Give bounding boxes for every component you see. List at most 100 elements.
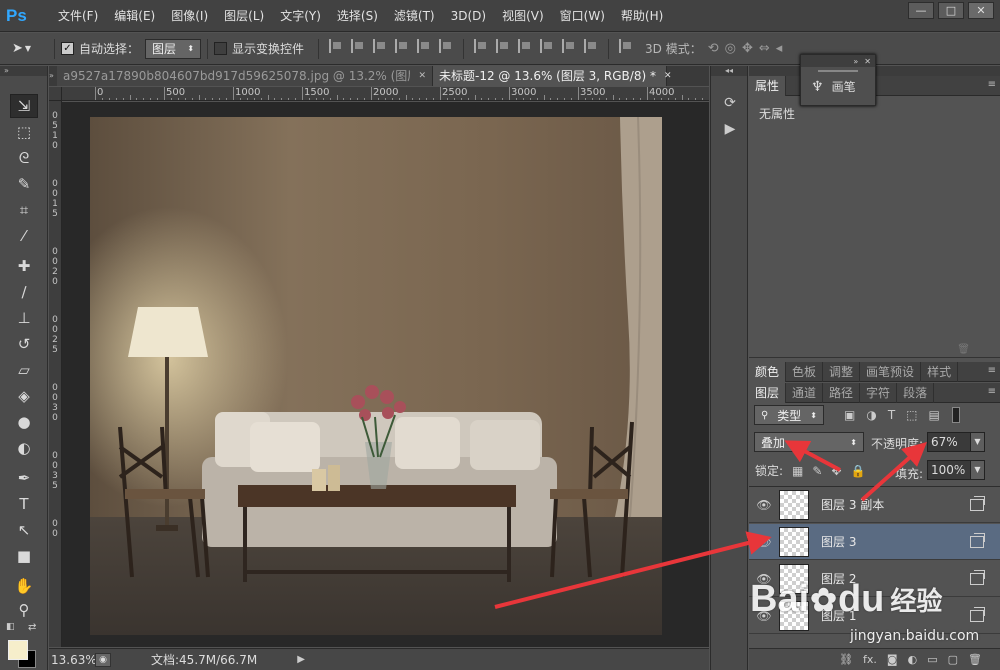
visibility-eye-icon[interactable]: 👁	[749, 498, 779, 512]
lock-position-icon[interactable]: ✥	[831, 464, 841, 478]
tab-styles[interactable]: 样式	[921, 362, 959, 382]
mask-icon[interactable]: ◙	[887, 653, 898, 666]
align-right-icon[interactable]	[439, 38, 453, 53]
distribute-bottom-icon[interactable]	[518, 38, 532, 53]
pen-tool-icon[interactable]: ✒	[10, 466, 38, 490]
distribute-left-icon[interactable]	[540, 38, 554, 53]
tab-properties[interactable]: 属性	[749, 76, 787, 96]
brush-panel-button[interactable]: ♆ 画笔	[801, 78, 875, 95]
align-vcenter-icon[interactable]	[351, 38, 365, 53]
blur-tool-icon[interactable]: ●	[10, 410, 38, 434]
align-left-icon[interactable]	[395, 38, 409, 53]
canvas-area[interactable]	[62, 102, 709, 647]
distribute-right-icon[interactable]	[584, 38, 598, 53]
lock-transparent-icon[interactable]: ▦	[792, 464, 803, 478]
clone-stamp-tool-icon[interactable]: ⊥	[10, 306, 38, 330]
tab-character[interactable]: 字符	[860, 383, 898, 403]
tab-swatches[interactable]: 色板	[786, 362, 824, 382]
menu-item[interactable]: 帮助(H)	[613, 0, 671, 32]
tab-color[interactable]: 颜色	[749, 362, 787, 382]
close-window-button[interactable]: ✕	[968, 2, 994, 19]
pixel-filter-icon[interactable]: ▣	[844, 408, 855, 422]
shape-filter-icon[interactable]: ⬚	[906, 408, 917, 422]
new-layer-icon[interactable]: ▢	[948, 653, 958, 666]
history-panel-icon[interactable]: ⟳	[718, 92, 742, 114]
menu-item[interactable]: 选择(S)	[329, 0, 386, 32]
menu-item[interactable]: 编辑(E)	[106, 0, 163, 32]
panel-menu-icon[interactable]: ≡	[988, 365, 996, 376]
lock-all-icon[interactable]: 🔒	[851, 464, 866, 478]
zoom-tool-icon[interactable]: ⚲	[10, 598, 38, 622]
foreground-color-swatch[interactable]	[8, 640, 28, 660]
3d-roll-icon[interactable]: ◎	[725, 41, 736, 56]
tab-adjustments[interactable]: 调整	[823, 362, 861, 382]
dodge-tool-icon[interactable]: ◐	[10, 436, 38, 460]
lasso-tool-icon[interactable]: ᘓ	[10, 146, 38, 170]
auto-align-icon[interactable]	[619, 38, 633, 53]
smart-object-filter-icon[interactable]: ▤	[929, 408, 940, 422]
opacity-input[interactable]: 67% ▼	[927, 432, 985, 452]
crop-tool-icon[interactable]: ⌗	[10, 198, 38, 222]
panel-menu-icon[interactable]: ≡	[988, 386, 996, 397]
distribute-hcenter-icon[interactable]	[562, 38, 576, 53]
menu-item[interactable]: 视图(V)	[494, 0, 552, 32]
menu-item[interactable]: 3D(D)	[443, 0, 494, 32]
opacity-dropdown-arrow-icon[interactable]: ▼	[970, 433, 984, 451]
align-bottom-icon[interactable]	[373, 38, 387, 53]
tab-paths[interactable]: 路径	[823, 383, 861, 403]
menu-item[interactable]: 文字(Y)	[272, 0, 329, 32]
close-icon[interactable]: ✕	[864, 57, 871, 66]
zoom-level[interactable]: 13.63%	[49, 653, 97, 667]
history-brush-tool-icon[interactable]: ↺	[10, 332, 38, 356]
maximize-button[interactable]: □	[938, 2, 964, 19]
default-colors-icon[interactable]: ◧	[6, 622, 15, 632]
swap-colors-icon[interactable]: ⇄	[28, 622, 36, 633]
horizontal-ruler[interactable]: 0 500 1000 1500 2000 2500 3000 3500 4000	[62, 87, 709, 101]
brush-tool-icon[interactable]: ∕	[10, 280, 38, 304]
auto-select-checkbox[interactable]: ✓	[61, 42, 74, 55]
status-info-icon[interactable]: ◉	[95, 652, 111, 667]
adjustment-icon[interactable]: ◐	[908, 653, 918, 666]
align-top-icon[interactable]	[329, 38, 343, 53]
actions-play-icon[interactable]: ▶	[718, 118, 742, 140]
panel-menu-icon[interactable]: ≡	[988, 79, 996, 90]
menu-item[interactable]: 窗口(W)	[552, 0, 613, 32]
dock-header[interactable]: ◂◂	[711, 66, 747, 76]
marquee-tool-icon[interactable]: ⬚	[10, 120, 38, 144]
tab-paragraph[interactable]: 段落	[897, 383, 935, 403]
tab-brush-presets[interactable]: 画笔预设	[860, 362, 922, 382]
blend-mode-select[interactable]: 叠加 ⬍	[754, 432, 864, 452]
tab-layers[interactable]: 图层	[749, 383, 787, 403]
tabs-collapse-icon[interactable]: »	[49, 66, 57, 86]
trash-icon[interactable]: 🗑	[968, 653, 982, 666]
fill-dropdown-arrow-icon[interactable]: ▼	[970, 461, 984, 479]
layer-row[interactable]: 👁 图层 3 副本	[749, 487, 1000, 523]
menu-item[interactable]: 文件(F)	[50, 0, 106, 32]
distribute-vcenter-icon[interactable]	[496, 38, 510, 53]
ruler-origin[interactable]	[49, 87, 62, 101]
fill-input[interactable]: 100% ▼	[927, 460, 985, 480]
minimize-button[interactable]: —	[908, 2, 934, 19]
path-selection-tool-icon[interactable]: ↖	[10, 518, 38, 542]
paint-bucket-tool-icon[interactable]: ◈	[10, 384, 38, 408]
layer-row[interactable]: 👁 图层 3	[749, 524, 1000, 560]
layer-name[interactable]: 图层 3	[821, 533, 970, 550]
collapse-icon[interactable]: »	[853, 57, 858, 66]
adjustment-filter-icon[interactable]: ◑	[866, 408, 876, 422]
type-tool-icon[interactable]: T	[10, 492, 38, 516]
vertical-ruler[interactable]: 05100015002000250030003500	[49, 101, 62, 647]
distribute-top-icon[interactable]	[474, 38, 488, 53]
tab-channels[interactable]: 通道	[786, 383, 824, 403]
tab-close-icon[interactable]: ✕	[418, 66, 426, 86]
filter-toggle[interactable]	[951, 407, 960, 423]
group-icon[interactable]: ▭	[927, 653, 937, 666]
status-menu-arrow-icon[interactable]: ▶	[297, 654, 305, 665]
auto-select-target-select[interactable]: 图层 ⬍	[145, 38, 202, 59]
type-filter-icon[interactable]: T	[888, 408, 895, 422]
layer-name[interactable]: 图层 3 副本	[821, 496, 970, 513]
visibility-eye-icon[interactable]: 👁	[749, 535, 779, 549]
menu-item[interactable]: 图像(I)	[163, 0, 216, 32]
document-tab-1[interactable]: a9527a17890b804607bd917d59625078.jpg @ 1…	[57, 66, 433, 86]
layer-kind-filter-select[interactable]: ⚲ 类型 ⬍	[754, 405, 824, 425]
tab-close-icon[interactable]: ✕	[664, 66, 672, 86]
